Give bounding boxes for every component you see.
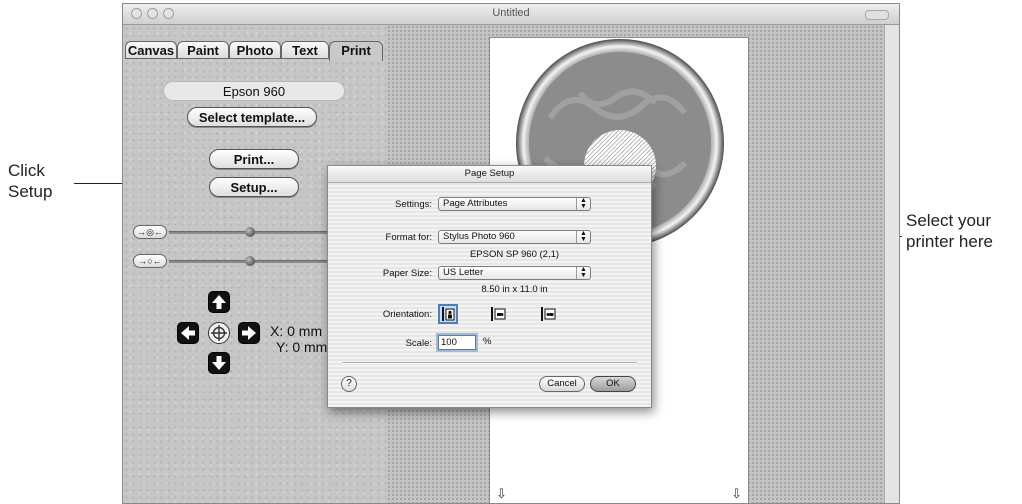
ok-button[interactable]: OK bbox=[590, 376, 636, 392]
paper-size-label: Paper Size: bbox=[382, 268, 432, 279]
paper-size-popup[interactable]: US Letter ▲ ▼ bbox=[438, 266, 591, 280]
page-setup-dialog: Page Setup Settings: Page Attributes ▲ ▼ … bbox=[327, 165, 652, 408]
paper-size-popup-value: US Letter bbox=[443, 267, 484, 278]
orientation-portrait-icon[interactable] bbox=[438, 304, 458, 324]
window-titlebar[interactable]: Untitled bbox=[123, 4, 899, 25]
popup-arrows-icon: ▲ ▼ bbox=[576, 197, 590, 210]
settings-popup[interactable]: Page Attributes ▲ ▼ bbox=[438, 197, 591, 211]
scale-label: Scale: bbox=[405, 338, 432, 349]
scale-slider-knob[interactable] bbox=[245, 256, 255, 266]
popup-arrows-icon: ▲ ▼ bbox=[576, 266, 590, 279]
cancel-button[interactable]: Cancel bbox=[539, 376, 585, 392]
callout-click-setup: Click Setup bbox=[8, 160, 52, 202]
tab-canvas[interactable]: Canvas bbox=[125, 41, 177, 59]
orientation-label: Orientation: bbox=[382, 309, 432, 320]
dialog-title: Page Setup bbox=[328, 166, 651, 183]
dialog-divider bbox=[342, 362, 637, 364]
callout-printer-line: printer here bbox=[906, 232, 993, 251]
callout-click-line: Click bbox=[8, 161, 45, 180]
size-slider-knob[interactable] bbox=[245, 227, 255, 237]
tab-print[interactable]: Print bbox=[329, 41, 383, 61]
popup-arrows-icon: ▲ ▼ bbox=[576, 230, 590, 243]
setup-button[interactable]: Setup... bbox=[209, 177, 299, 197]
scale-input[interactable]: 100 bbox=[438, 335, 476, 350]
select-template-button[interactable]: Select template... bbox=[187, 107, 317, 127]
window-title: Untitled bbox=[492, 7, 530, 19]
format-for-popup-value: Stylus Photo 960 bbox=[443, 231, 515, 242]
arrow-down-outline-icon: ⇩ bbox=[731, 486, 742, 501]
callout-select-printer: Select your printer here bbox=[906, 210, 993, 252]
paper-dimensions-subtext: 8.50 in x 11.0 in bbox=[481, 284, 548, 295]
callout-select-line: Select your bbox=[906, 211, 992, 230]
settings-popup-value: Page Attributes bbox=[443, 198, 508, 209]
orientation-landscape-reverse-icon[interactable] bbox=[538, 304, 558, 324]
printer-model-subtext: EPSON SP 960 (2,1) bbox=[469, 249, 560, 260]
y-position-readout: Y: 0 mm bbox=[276, 339, 328, 355]
settings-label: Settings: bbox=[395, 199, 432, 210]
vertical-scrollbar[interactable] bbox=[884, 25, 899, 503]
arrow-left-icon[interactable] bbox=[177, 322, 199, 344]
x-position-readout: X: 0 mm bbox=[270, 323, 323, 339]
zoom-dot-icon: →○← bbox=[133, 254, 167, 268]
print-button[interactable]: Print... bbox=[209, 149, 299, 169]
arrow-down-outline-icon: ⇩ bbox=[496, 486, 507, 501]
format-for-popup[interactable]: Stylus Photo 960 ▲ ▼ bbox=[438, 230, 591, 244]
scale-unit: % bbox=[483, 336, 492, 347]
help-button[interactable]: ? bbox=[341, 376, 357, 392]
tab-photo[interactable]: Photo bbox=[229, 41, 281, 59]
zoom-circle-icon: →◎← bbox=[133, 225, 167, 239]
tab-paint[interactable]: Paint bbox=[177, 41, 229, 59]
format-for-label: Format for: bbox=[385, 232, 432, 243]
crosshair-icon[interactable] bbox=[208, 322, 230, 344]
arrow-up-icon[interactable] bbox=[208, 291, 230, 313]
orientation-landscape-icon[interactable] bbox=[488, 304, 508, 324]
tab-text[interactable]: Text bbox=[281, 41, 329, 59]
callout-setup-line: Setup bbox=[8, 182, 53, 201]
printer-name-field: Epson 960 bbox=[163, 81, 345, 101]
arrow-down-icon[interactable] bbox=[208, 352, 230, 374]
arrow-right-icon[interactable] bbox=[238, 322, 260, 344]
toolbar-toggle-icon[interactable] bbox=[865, 10, 889, 20]
